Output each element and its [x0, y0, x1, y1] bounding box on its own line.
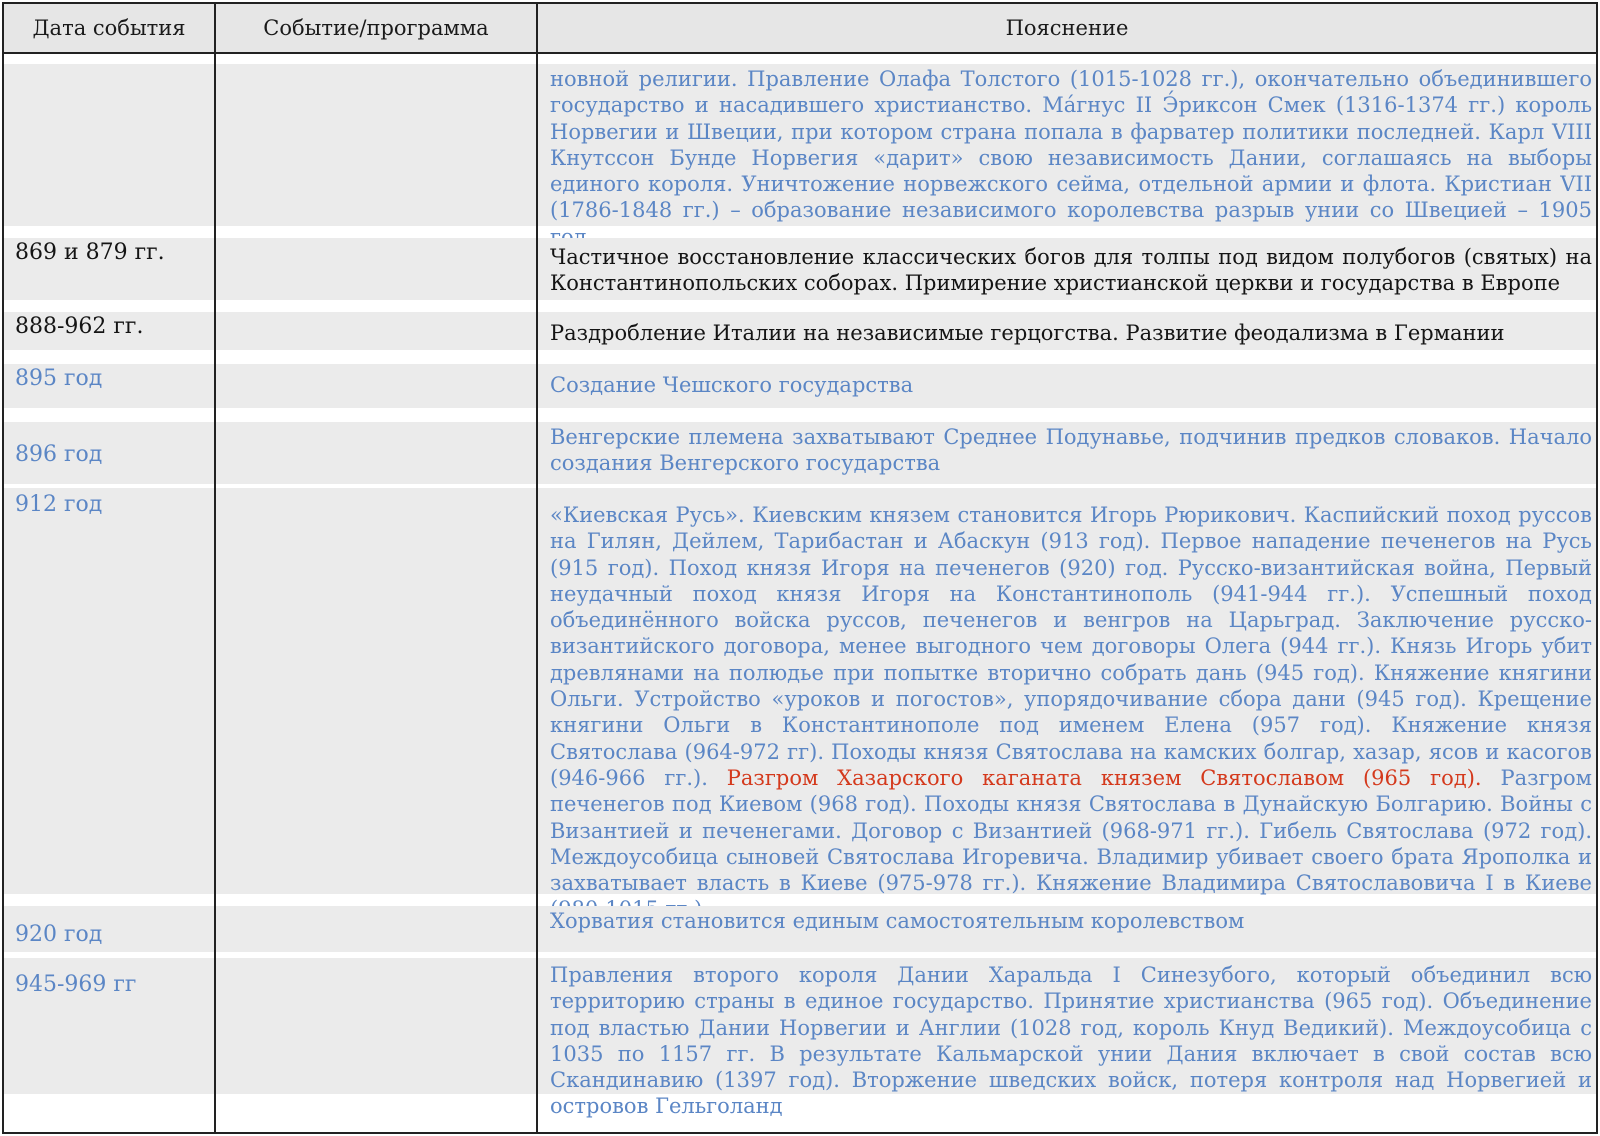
table-row: 920 год Хорватия становится единым самос…	[4, 906, 1596, 952]
row-description: «Киевская Русь». Киевским князем станови…	[550, 502, 1592, 923]
row-date: 896 год	[15, 442, 103, 467]
column-divider	[1596, 2, 1598, 1134]
table-row: 869 и 879 гг. Частичное восстановление к…	[4, 238, 1596, 300]
row-description: Правления второго короля Дании Харальда …	[550, 963, 1592, 1119]
description-text: «Киевская Русь». Киевским князем станови…	[550, 503, 1592, 790]
table-header: Дата события Событие/программа Пояснение	[2, 4, 1598, 52]
row-description: новной религии. Правление Олафа Толстого…	[550, 67, 1592, 249]
table-border-bottom	[2, 1132, 1598, 1134]
table-row: 896 год Венгерские племена захватывают С…	[4, 422, 1596, 484]
header-event: Событие/программа	[263, 16, 489, 40]
row-date: 945-969 гг	[15, 972, 137, 997]
table-border-top	[2, 2, 1598, 4]
row-description: Создание Чешского государства	[550, 373, 914, 397]
header-date: Дата события	[32, 16, 186, 40]
row-date: 895 год	[15, 366, 103, 391]
table-row: новной религии. Правление Олафа Толстого…	[4, 64, 1596, 249]
row-description: Раздробление Италии на независимые герцо…	[550, 321, 1505, 345]
row-date: 888-962 гг.	[15, 314, 144, 339]
header-divider	[2, 52, 1598, 54]
row-date: 869 и 879 гг.	[15, 240, 165, 265]
column-divider	[536, 2, 538, 1134]
row-description: Хорватия становится единым самостоятельн…	[550, 909, 1245, 933]
column-divider	[2, 2, 4, 1134]
table-row: 945-969 гг Правления второго короля Дани…	[4, 958, 1596, 1118]
column-divider	[214, 2, 216, 1134]
highlighted-text: Разгром Хазарского каганата князем Свято…	[726, 765, 1482, 790]
row-description: Венгерские племена захватывают Среднее П…	[550, 425, 1592, 476]
table-row: 888-962 гг. Раздробление Италии на незав…	[4, 312, 1596, 350]
row-date: 920 год	[15, 922, 103, 947]
table-row: 895 год Создание Чешского государства	[4, 364, 1596, 408]
row-date: 912 год	[15, 492, 103, 517]
table-row: 912 год «Киевская Русь». Киевским князем…	[4, 488, 1596, 921]
row-description: Частичное восстановление классических бо…	[550, 245, 1592, 296]
chronology-table: Дата события Событие/программа Пояснение…	[2, 2, 1598, 1134]
header-description: Пояснение	[1005, 16, 1129, 40]
